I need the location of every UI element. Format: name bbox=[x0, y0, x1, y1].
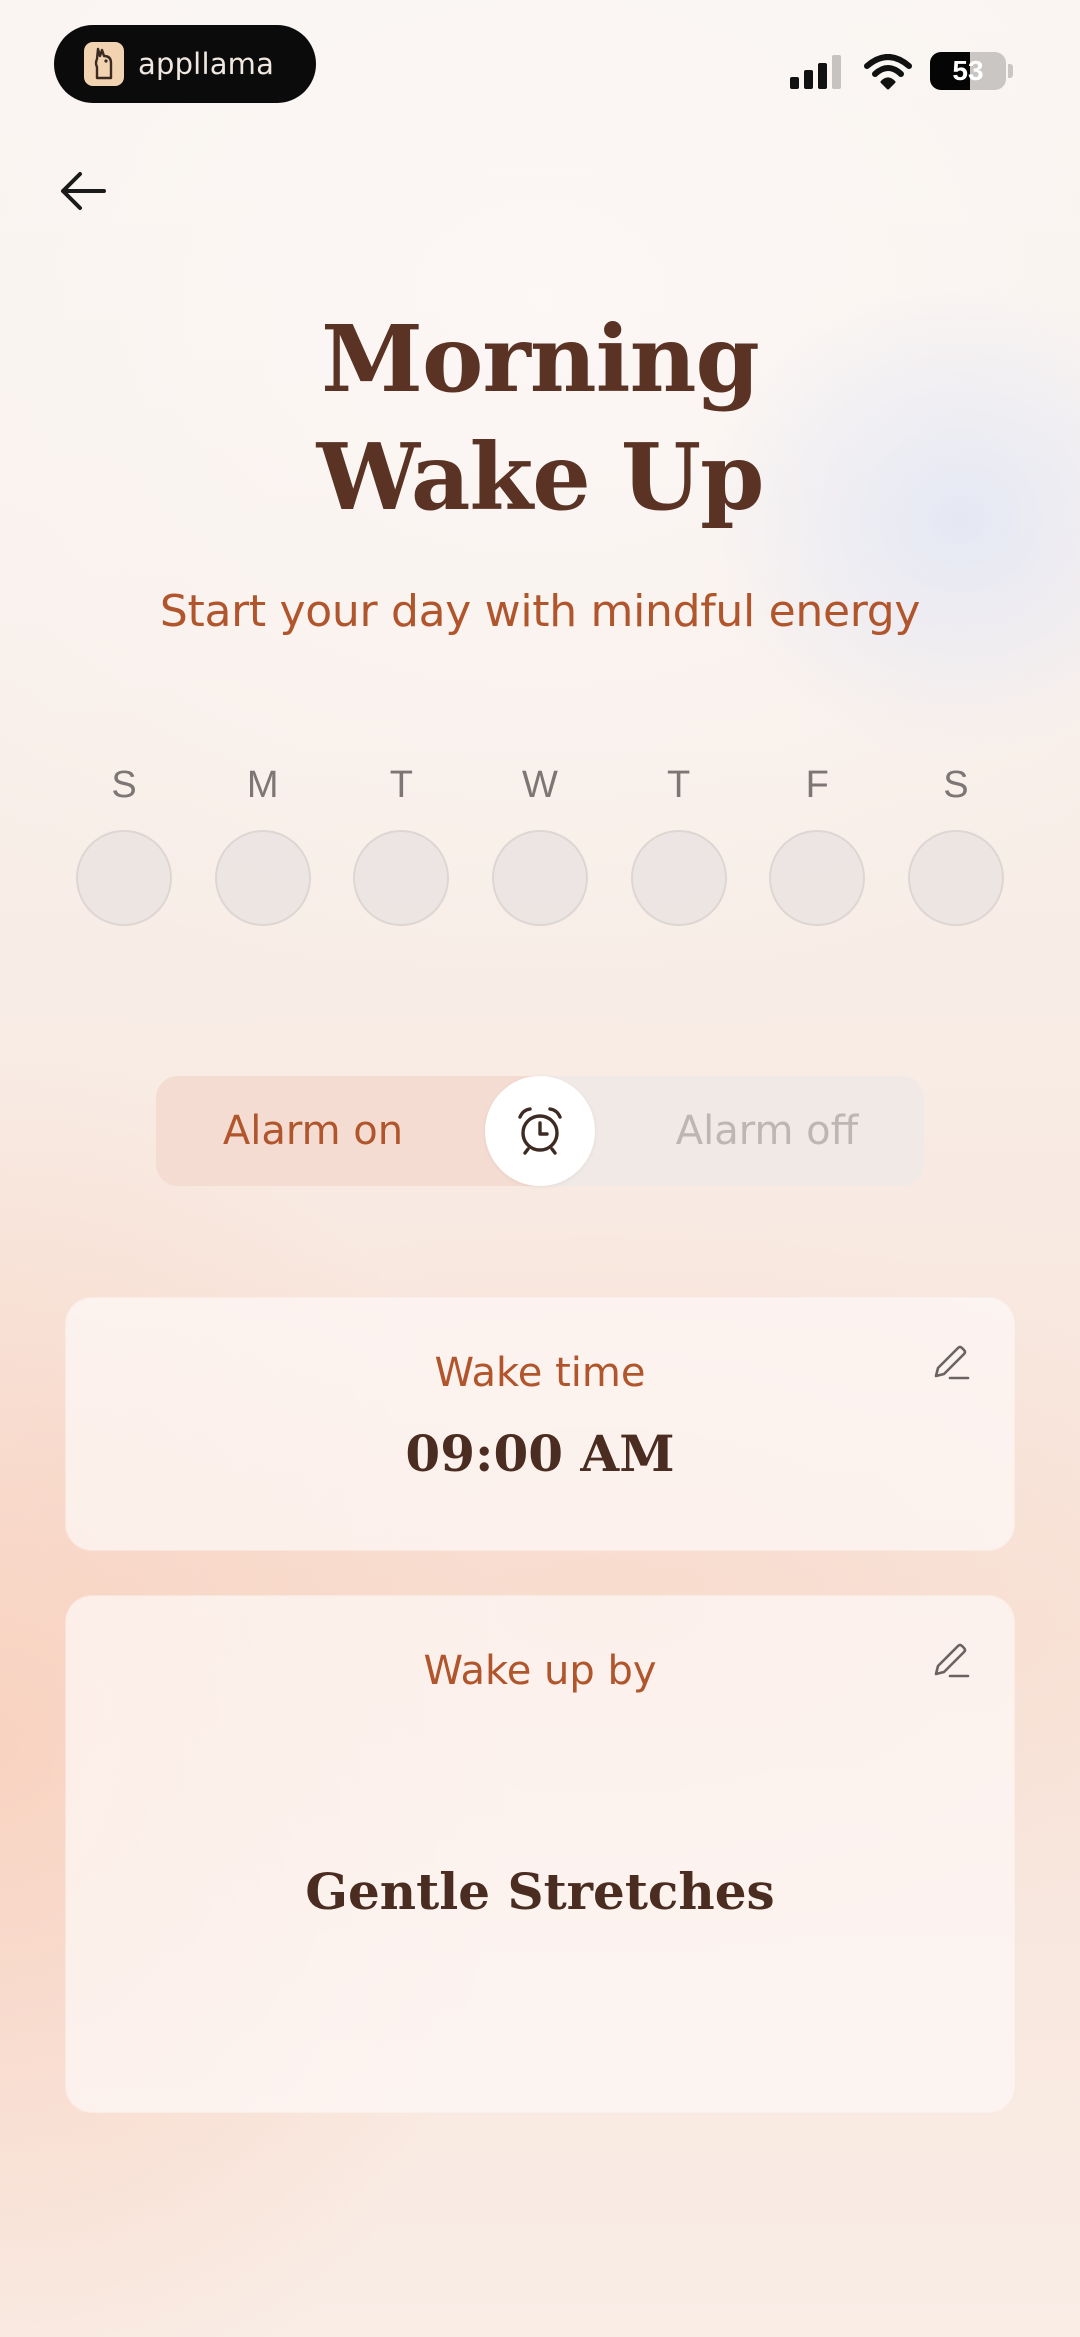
page-title-line-2: Wake Up bbox=[316, 423, 765, 531]
weekday-letter: M bbox=[246, 764, 279, 806]
weekday-toggle[interactable] bbox=[630, 830, 727, 926]
weekday-2: T bbox=[351, 760, 451, 926]
weekday-4: T bbox=[629, 760, 729, 926]
brand-name: appllama bbox=[138, 47, 275, 81]
weekday-letter: T bbox=[389, 764, 413, 806]
weekday-letter: F bbox=[805, 764, 829, 806]
battery-percentage: 53 bbox=[952, 55, 984, 86]
battery-indicator: 53 bbox=[930, 52, 1006, 90]
weekday-6: S bbox=[906, 760, 1006, 926]
weekday-1: M bbox=[213, 760, 313, 926]
weekday-toggle[interactable] bbox=[769, 830, 866, 926]
weekday-toggle[interactable] bbox=[76, 830, 172, 926]
weekday-selector: SMTWTFS bbox=[74, 760, 1006, 926]
weekday-0: S bbox=[74, 760, 174, 926]
llama-logo-icon bbox=[84, 42, 124, 86]
back-button[interactable] bbox=[56, 166, 110, 216]
page-title-line-1: Morning bbox=[321, 305, 760, 413]
pencil-icon[interactable] bbox=[928, 1638, 972, 1682]
pencil-icon[interactable] bbox=[928, 1340, 972, 1384]
weekday-toggle[interactable] bbox=[214, 830, 311, 926]
wake-up-by-value: Gentle Stretches bbox=[305, 1862, 775, 1921]
alarm-toggle-knob[interactable] bbox=[485, 1076, 595, 1186]
weekday-toggle[interactable] bbox=[491, 830, 588, 926]
alarm-toggle[interactable]: Alarm on Alarm off bbox=[156, 1076, 924, 1186]
weekday-letter: S bbox=[111, 764, 137, 806]
weekday-toggle[interactable] bbox=[907, 830, 1004, 926]
wake-time-label: Wake time bbox=[434, 1350, 646, 1396]
weekday-toggle[interactable] bbox=[353, 830, 450, 926]
weekday-letter: W bbox=[522, 764, 558, 806]
app-brand-pill: appllama bbox=[54, 25, 316, 103]
page-subtitle: Start your day with mindful energy bbox=[159, 586, 921, 637]
weekday-5: F bbox=[767, 760, 867, 926]
alarm-on-label[interactable]: Alarm on bbox=[156, 1076, 540, 1186]
cellular-signal-icon bbox=[790, 55, 841, 89]
page-title: Morning Wake Up bbox=[0, 300, 1080, 536]
weekday-letter: T bbox=[667, 764, 691, 806]
wake-time-value: 09:00 AM bbox=[405, 1424, 675, 1483]
wake-time-card[interactable]: Wake time 09:00 AM bbox=[66, 1298, 1014, 1550]
arrow-left-icon bbox=[61, 172, 106, 210]
alarm-clock-icon bbox=[518, 1107, 562, 1155]
alarm-off-label[interactable]: Alarm off bbox=[540, 1076, 924, 1186]
weekday-letter: S bbox=[943, 764, 969, 806]
wake-up-by-card[interactable]: Wake up by Gentle Stretches bbox=[66, 1596, 1014, 2112]
battery-tip bbox=[1008, 64, 1013, 78]
weekday-3: W bbox=[490, 760, 590, 926]
wifi-icon bbox=[864, 54, 912, 90]
wake-up-by-label: Wake up by bbox=[423, 1648, 657, 1694]
